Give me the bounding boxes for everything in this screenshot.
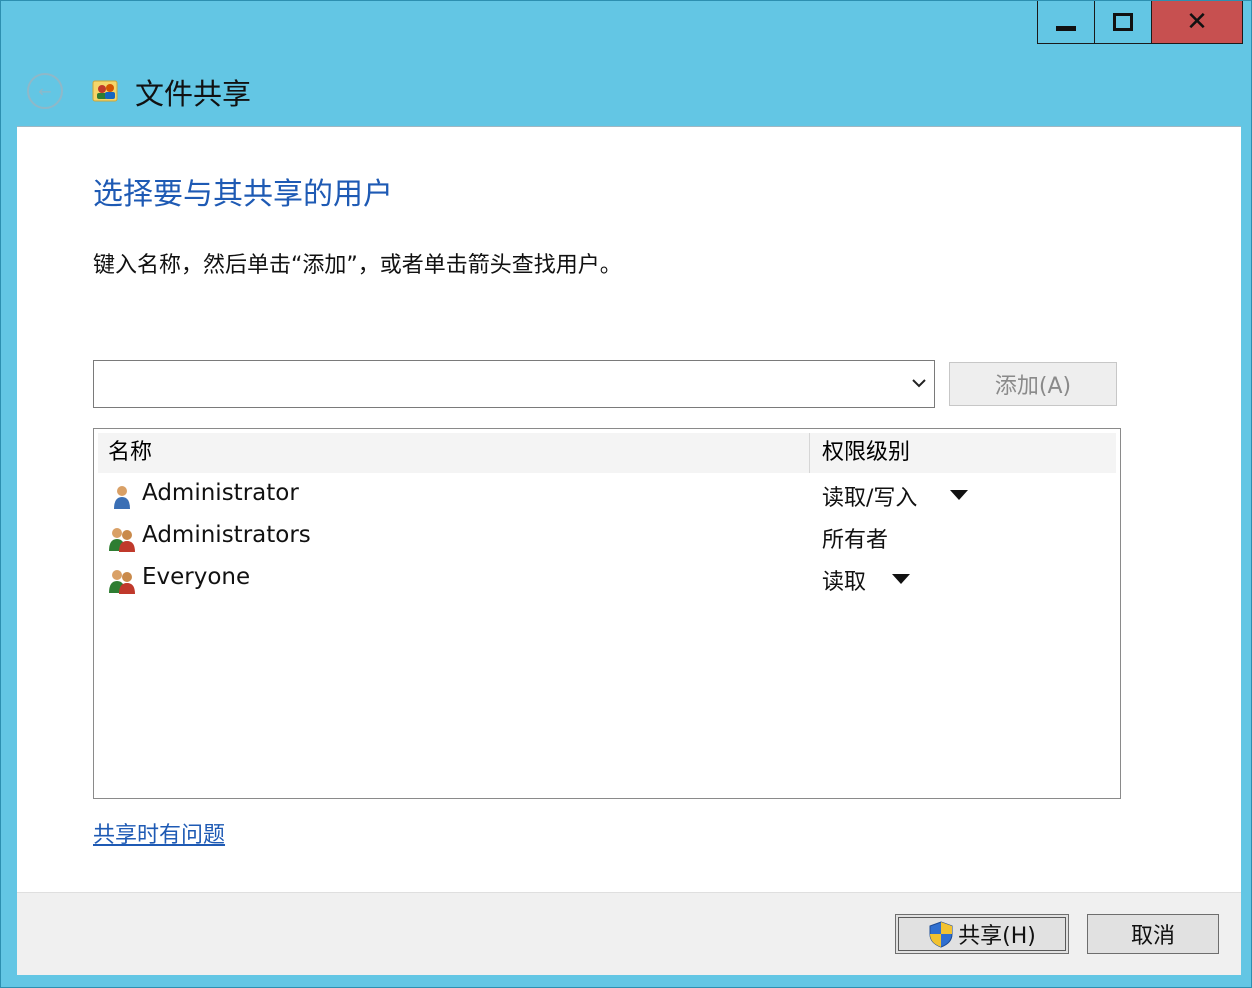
column-header-permission[interactable]: 权限级别 xyxy=(810,433,1116,473)
page-heading: 选择要与其共享的用户 xyxy=(93,177,393,212)
table-row[interactable]: Everyone 读取 xyxy=(98,559,1116,601)
footer-bar: 共享(H) 取消 xyxy=(17,892,1241,975)
user-name-input[interactable] xyxy=(94,361,902,405)
add-button[interactable]: 添加(A) xyxy=(949,362,1117,406)
user-name-combobox[interactable] xyxy=(93,360,935,408)
row-user-name: Everyone xyxy=(142,564,251,590)
table-row[interactable]: Administrators 所有者 xyxy=(98,517,1116,559)
share-button[interactable]: 共享(H) xyxy=(895,914,1069,954)
window-title: 文件共享 xyxy=(135,77,252,111)
back-arrow-icon: ← xyxy=(38,81,52,101)
sharing-help-link[interactable]: 共享时有问题 xyxy=(93,817,225,849)
close-button[interactable]: ✕ xyxy=(1152,1,1243,44)
row-permission: 所有者 xyxy=(822,528,889,553)
share-button-label: 共享(H) xyxy=(958,924,1036,949)
minimize-button[interactable] xyxy=(1037,1,1095,44)
column-header-name[interactable]: 名称 xyxy=(98,433,810,473)
maximize-icon xyxy=(1113,13,1133,31)
group-icon xyxy=(109,528,135,552)
instruction-text: 键入名称，然后单击“添加”，或者单击箭头查找用户。 xyxy=(93,253,622,278)
maximize-button[interactable] xyxy=(1095,1,1152,44)
list-header: 名称 权限级别 xyxy=(98,433,1116,473)
back-button[interactable]: ← xyxy=(27,73,63,109)
permission-dropdown-icon[interactable] xyxy=(950,490,968,500)
close-icon: ✕ xyxy=(1186,7,1208,37)
user-icon xyxy=(114,486,130,509)
content-area: 选择要与其共享的用户 键入名称，然后单击“添加”，或者单击箭头查找用户。 添加(… xyxy=(17,126,1241,893)
minimize-icon xyxy=(1056,25,1076,31)
user-list: 名称 权限级别 Administrator 读取/写入 Administrato… xyxy=(93,428,1121,799)
row-permission[interactable]: 读取/写入 xyxy=(822,480,917,512)
group-icon xyxy=(109,570,135,594)
permission-dropdown-icon[interactable] xyxy=(892,574,910,584)
caption-buttons: ✕ xyxy=(1037,1,1243,45)
cancel-button[interactable]: 取消 xyxy=(1087,914,1219,954)
row-user-name: Administrators xyxy=(142,522,311,548)
share-users-icon xyxy=(92,80,118,102)
uac-shield-icon xyxy=(929,921,953,948)
chevron-down-icon[interactable] xyxy=(910,373,928,393)
row-permission[interactable]: 读取 xyxy=(822,564,866,596)
row-user-name: Administrator xyxy=(142,480,299,506)
window-frame: ✕ ← 文件共享 选择要与其共享的用户 键入名称，然后单击“添加”，或者单击箭头… xyxy=(0,0,1252,988)
table-row[interactable]: Administrator 读取/写入 xyxy=(98,475,1116,517)
